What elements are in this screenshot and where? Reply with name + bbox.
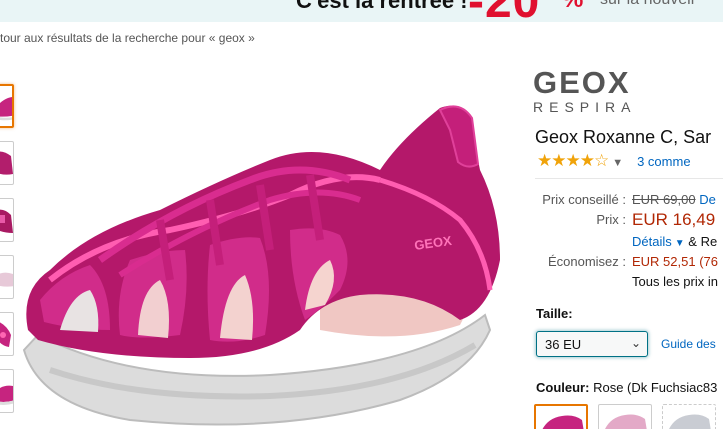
- list-price-row: Prix conseillé : EUR 69,00 De: [533, 192, 723, 212]
- color-swatch-1[interactable]: [534, 404, 588, 429]
- list-price-extra[interactable]: De: [699, 192, 716, 207]
- thumbnail-6[interactable]: [0, 369, 14, 413]
- price-table: Prix conseillé : EUR 69,00 De Prix : EUR…: [533, 192, 723, 294]
- rating-row: ★★★★☆ ▼ 3 comme: [537, 151, 691, 171]
- tax-row: Tous les prix in: [533, 274, 723, 294]
- brand-logo[interactable]: GEOX RESPIRA: [533, 65, 637, 115]
- thumbnail-4[interactable]: [0, 255, 14, 299]
- promo-banner[interactable]: C'est la rentrée ! -20 % sur la nouvell: [0, 0, 723, 22]
- star-rating-icon[interactable]: ★★★★☆: [537, 151, 609, 170]
- size-selected-value: 36 EU: [545, 337, 582, 352]
- thumbnail-strip: [0, 84, 14, 426]
- details-after: & Re: [688, 234, 718, 249]
- brand-logo-sub: RESPIRA: [533, 99, 637, 115]
- thumbnail-5[interactable]: [0, 312, 14, 356]
- details-chevron-icon[interactable]: ▼: [675, 238, 685, 249]
- savings-value: EUR 52,51 (76: [632, 254, 718, 269]
- back-to-results-link[interactable]: tour aux résultats de la recherche pour …: [0, 31, 255, 45]
- size-select[interactable]: 36 EU ⌄: [536, 331, 648, 357]
- color-value: Rose (Dk Fuchsiac83: [593, 380, 718, 395]
- promo-discount: -20: [468, 0, 540, 22]
- color-label: Couleur:: [536, 380, 590, 395]
- savings-row: Économisez : EUR 52,51 (76: [533, 254, 723, 274]
- list-price-label: Prix conseillé :: [542, 192, 626, 207]
- list-price-value: EUR 69,00 De: [632, 192, 716, 207]
- breadcrumb: tour aux résultats de la recherche pour …: [0, 31, 255, 45]
- brand-logo-main: GEOX: [533, 65, 631, 100]
- chevron-down-icon: ⌄: [630, 336, 641, 350]
- thumbnail-3[interactable]: [0, 198, 14, 242]
- savings-label: Économisez :: [547, 254, 626, 269]
- chevron-down-icon[interactable]: ▼: [612, 157, 623, 169]
- color-swatch-3[interactable]: [662, 404, 716, 429]
- promo-text: C'est la rentrée !: [296, 0, 468, 13]
- size-label: Taille:: [536, 306, 573, 321]
- color-swatch-2[interactable]: [598, 404, 652, 429]
- price-row: Prix : EUR 16,49: [533, 210, 723, 234]
- price-label: Prix :: [596, 212, 626, 227]
- promo-subtext: sur la nouvell: [600, 0, 694, 9]
- details-container: Détails ▼ & Re: [632, 234, 717, 249]
- promo-percent: %: [562, 0, 583, 14]
- thumbnail-2[interactable]: [0, 141, 14, 185]
- reviews-link[interactable]: 3 comme: [637, 154, 690, 169]
- price-value: EUR 16,49: [632, 210, 716, 229]
- divider: [535, 178, 723, 179]
- tax-note: Tous les prix in: [632, 274, 718, 289]
- details-row: Détails ▼ & Re: [533, 234, 723, 254]
- thumbnail-1[interactable]: [0, 84, 14, 128]
- color-line: Couleur: Rose (Dk Fuchsiac83: [536, 380, 717, 395]
- product-main-image[interactable]: GEOX: [20, 100, 510, 429]
- product-title: Geox Roxanne C, Sar: [535, 127, 712, 147]
- details-link[interactable]: Détails: [632, 234, 672, 249]
- size-guide-link[interactable]: Guide des: [661, 337, 716, 351]
